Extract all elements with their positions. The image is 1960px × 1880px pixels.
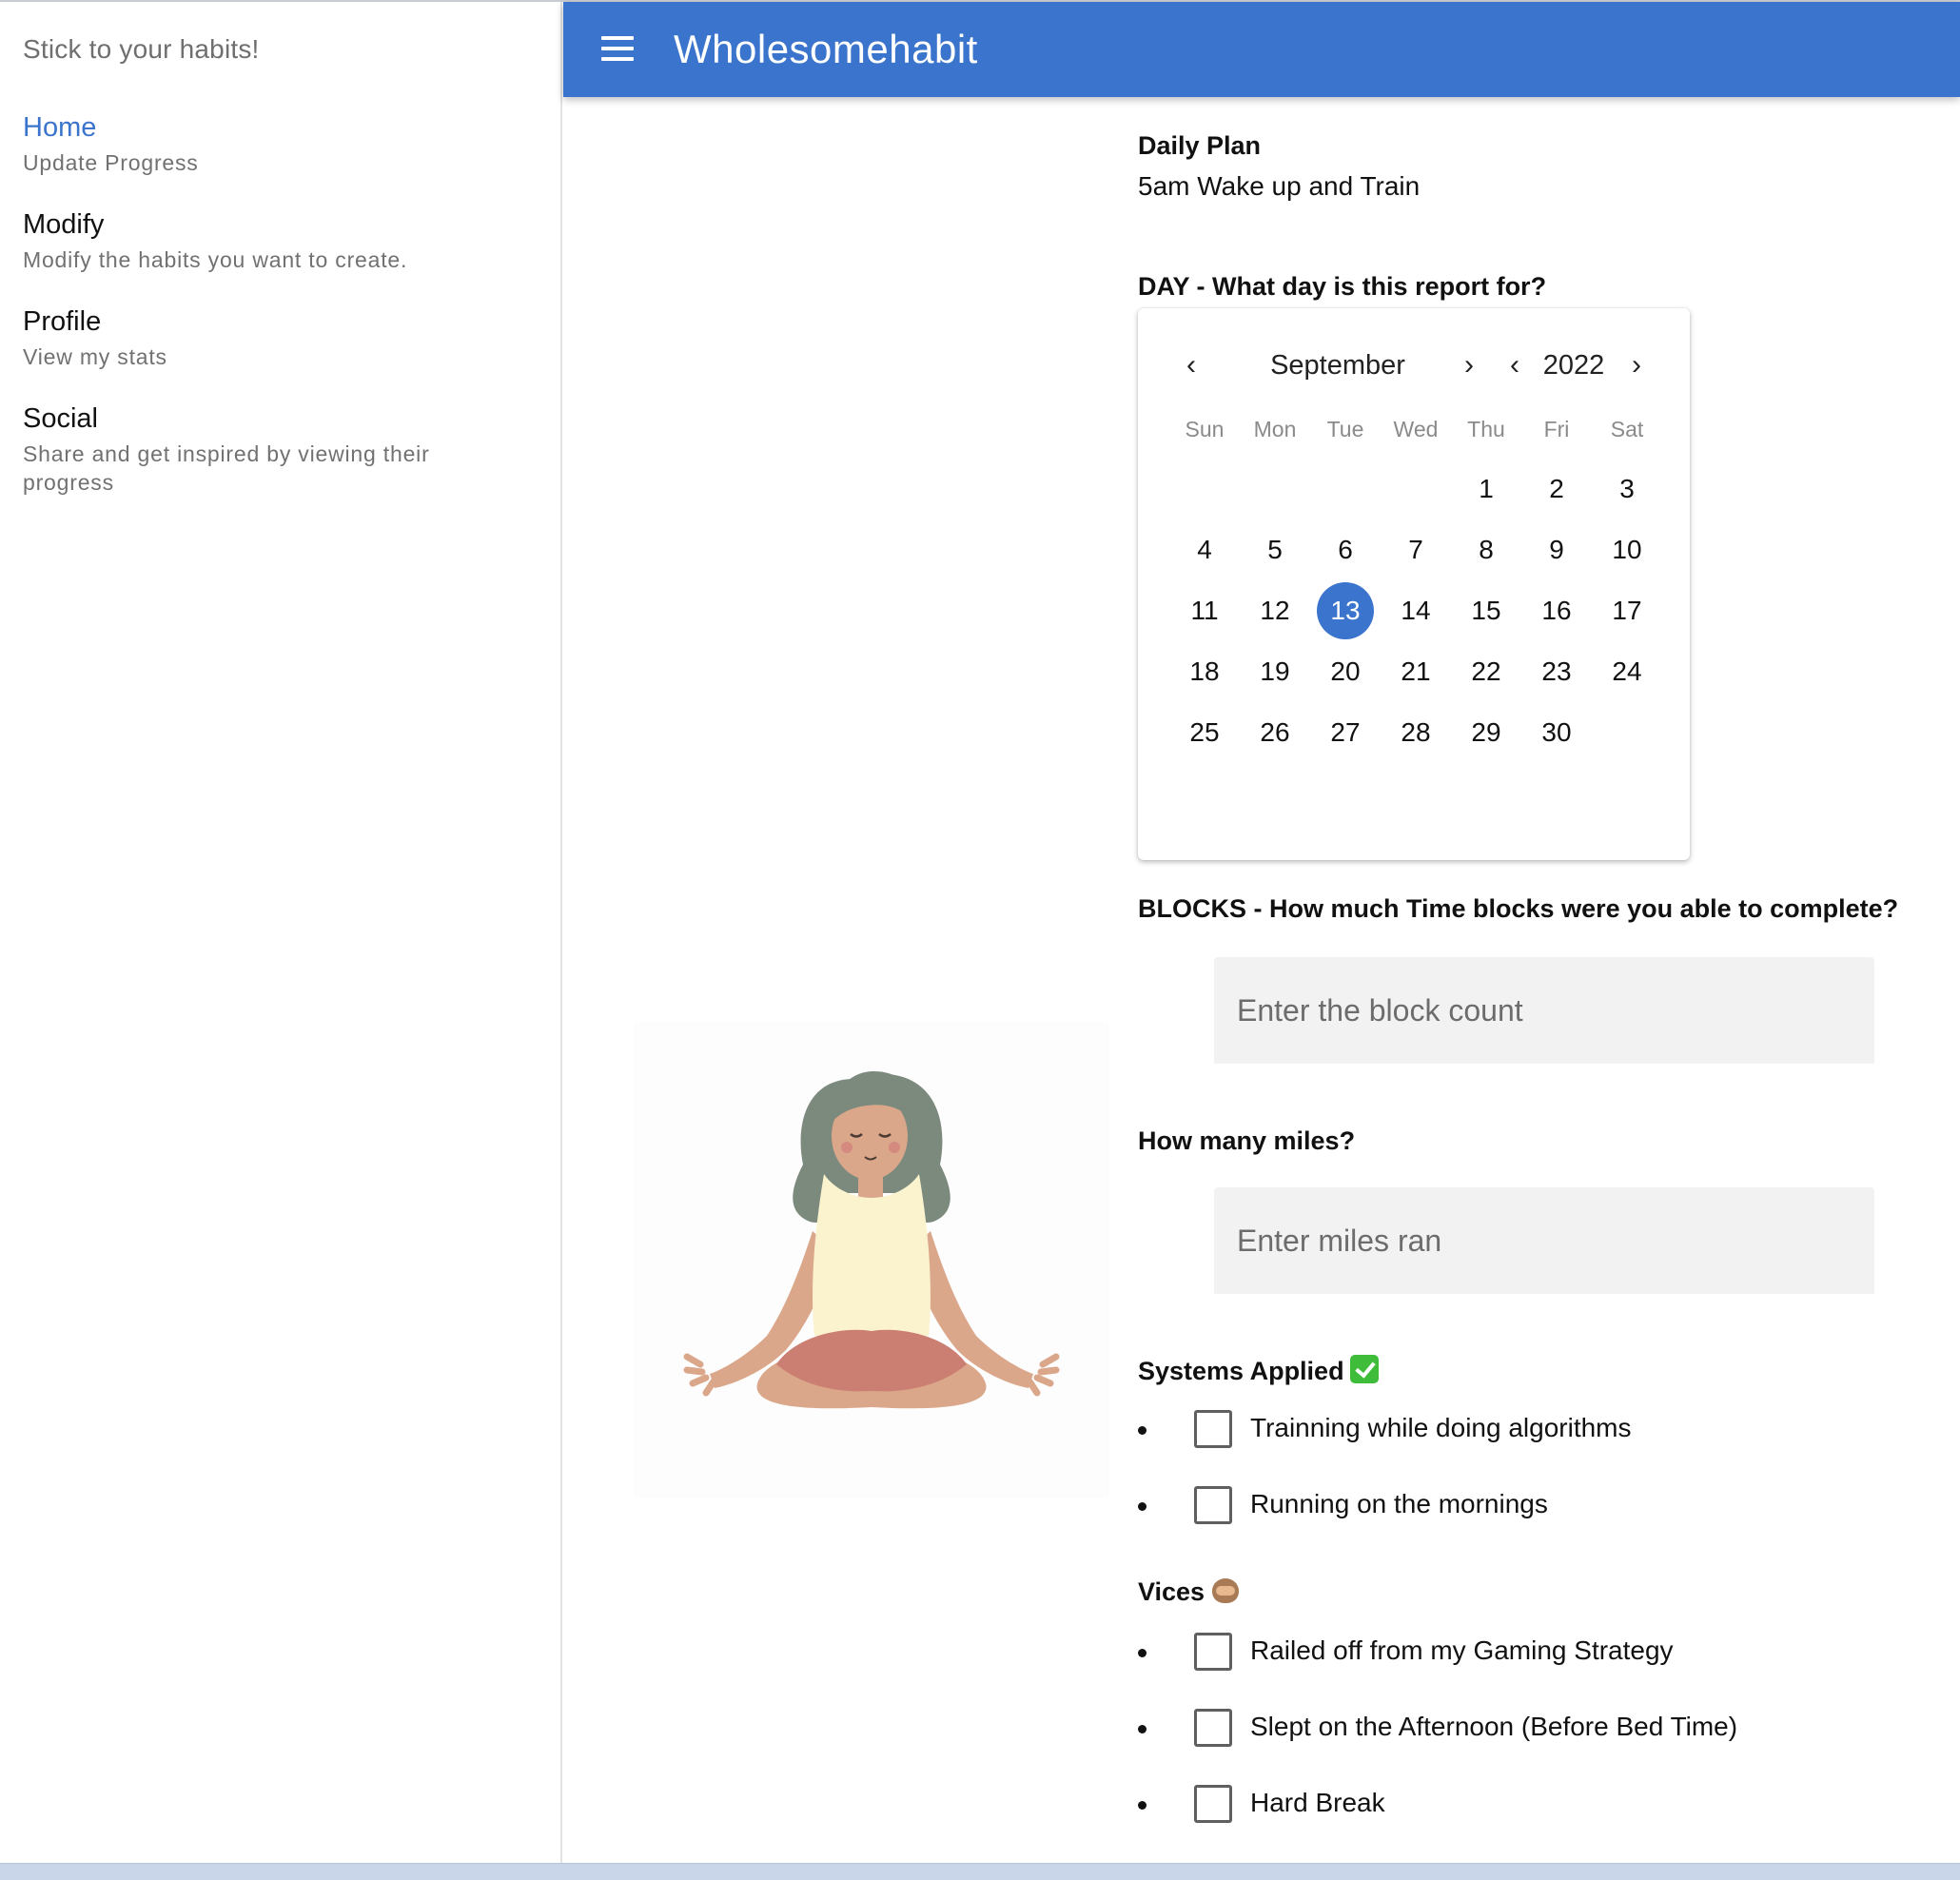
sidebar-item-home[interactable]: Home Update Progress xyxy=(23,110,537,177)
list-item: Running on the mornings xyxy=(1138,1484,1918,1532)
calendar-day[interactable]: 25 xyxy=(1176,704,1233,761)
list-item: Trainning while doing algorithms xyxy=(1138,1408,1918,1456)
navigation-drawer: Stick to your habits! Home Update Progre… xyxy=(0,2,562,1863)
weekday-label: Thu xyxy=(1467,417,1505,441)
bullet-icon xyxy=(1138,1649,1147,1657)
calendar-day[interactable]: 21 xyxy=(1387,643,1444,700)
vice-checkbox[interactable] xyxy=(1194,1633,1232,1671)
calendar-day[interactable]: 15 xyxy=(1458,582,1515,639)
app-title: Wholesomehabit xyxy=(674,27,978,71)
sidebar-item-title: Profile xyxy=(23,306,102,337)
calendar-day[interactable]: 16 xyxy=(1528,582,1585,639)
vices-label: Vices xyxy=(1138,1577,1205,1606)
daily-plan-value: 5am Wake up and Train xyxy=(1138,171,1421,201)
sidebar-item-subtitle: Update Progress xyxy=(23,150,199,175)
daily-plan-label: Daily Plan xyxy=(1138,131,1262,160)
bullet-icon xyxy=(1138,1801,1147,1810)
calendar-day[interactable]: 14 xyxy=(1387,582,1444,639)
previous-month-button[interactable]: ‹ xyxy=(1172,346,1210,384)
sidebar-item-title: Modify xyxy=(23,209,105,240)
vice-checkbox[interactable] xyxy=(1194,1785,1232,1823)
vice-label: Railed off from my Gaming Strategy xyxy=(1250,1635,1674,1665)
blocks-label: BLOCKS - How much Time blocks were you a… xyxy=(1138,894,1899,923)
vice-checkbox[interactable] xyxy=(1194,1709,1232,1747)
sidebar-item-subtitle: Modify the habits you want to create. xyxy=(23,247,408,272)
bullet-icon xyxy=(1138,1725,1147,1733)
weekday-label: Mon xyxy=(1253,417,1297,441)
calendar-day[interactable]: 6 xyxy=(1317,521,1374,578)
list-item: Railed off from my Gaming Strategy xyxy=(1138,1631,1918,1678)
vice-label: Slept on the Afternoon (Before Bed Time) xyxy=(1250,1712,1738,1741)
calendar-day[interactable]: 30 xyxy=(1528,704,1585,761)
calendar-day[interactable]: 29 xyxy=(1458,704,1515,761)
weekday-label: Wed xyxy=(1393,417,1439,441)
systems-applied-heading: Systems Applied xyxy=(1138,1355,1379,1386)
system-checkbox[interactable] xyxy=(1194,1486,1232,1524)
meditation-illustration xyxy=(634,1022,1109,1498)
calendar-month: September xyxy=(1270,350,1405,381)
calendar-day[interactable]: 17 xyxy=(1598,582,1656,639)
list-item: Hard Break xyxy=(1138,1783,1918,1831)
calendar-day[interactable]: 18 xyxy=(1176,643,1233,700)
calendar-day[interactable]: 12 xyxy=(1246,582,1303,639)
system-label: Trainning while doing algorithms xyxy=(1250,1413,1632,1442)
bullet-icon xyxy=(1138,1502,1147,1511)
sidebar-item-subtitle: View my stats xyxy=(23,344,167,369)
sidebar-item-title: Home xyxy=(23,112,97,143)
calendar-day[interactable]: 9 xyxy=(1528,521,1585,578)
date-picker: ‹ September › ‹ 2022 › Sun Mon Tue Wed Thu Fr… xyxy=(1138,308,1690,860)
calendar-day[interactable]: 2 xyxy=(1528,460,1585,518)
sidebar-item-profile[interactable]: Profile View my stats xyxy=(23,304,537,371)
calendar-day[interactable]: 19 xyxy=(1246,643,1303,700)
system-checkbox[interactable] xyxy=(1194,1410,1232,1448)
horizontal-scrollbar[interactable] xyxy=(0,1863,1960,1880)
calendar-day[interactable]: 26 xyxy=(1246,704,1303,761)
calendar-day[interactable]: 10 xyxy=(1598,521,1656,578)
calendar-year: 2022 xyxy=(1542,350,1605,381)
calendar-day[interactable]: 4 xyxy=(1176,521,1233,578)
weekday-label: Fri xyxy=(1543,417,1570,441)
sidebar-tagline: Stick to your habits! xyxy=(23,34,260,64)
next-month-button[interactable]: › xyxy=(1450,346,1488,384)
calendar-day[interactable]: 27 xyxy=(1317,704,1374,761)
miles-label: How many miles? xyxy=(1138,1126,1356,1155)
bullet-icon xyxy=(1138,1426,1147,1435)
next-year-button[interactable]: › xyxy=(1617,346,1656,384)
calendar-day[interactable]: 11 xyxy=(1176,582,1233,639)
calendar-day[interactable]: 24 xyxy=(1598,643,1656,700)
calendar-day[interactable]: 7 xyxy=(1387,521,1444,578)
see-no-evil-monkey-icon xyxy=(1212,1578,1240,1603)
miles-input[interactable] xyxy=(1214,1187,1874,1294)
sidebar-item-subtitle: Share and get inspired by viewing their … xyxy=(23,441,430,495)
calendar-day[interactable]: 28 xyxy=(1387,704,1444,761)
weekday-label: Tue xyxy=(1326,417,1364,441)
sidebar-item-social[interactable]: Social Share and get inspired by viewing… xyxy=(23,401,480,497)
meditating-woman-image xyxy=(683,1071,1060,1409)
calendar-day-selected[interactable]: 13 xyxy=(1317,582,1374,639)
list-item: Slept on the Afternoon (Before Bed Time) xyxy=(1138,1707,1918,1754)
calendar-day[interactable]: 8 xyxy=(1458,521,1515,578)
weekday-label: Sat xyxy=(1610,417,1644,441)
calendar-day[interactable]: 23 xyxy=(1528,643,1585,700)
system-label: Running on the mornings xyxy=(1250,1489,1548,1518)
previous-year-button[interactable]: ‹ xyxy=(1496,346,1534,384)
vices-heading: Vices xyxy=(1138,1577,1240,1607)
calendar-day[interactable]: 1 xyxy=(1458,460,1515,518)
hamburger-menu-icon[interactable] xyxy=(599,30,637,69)
systems-applied-label: Systems Applied xyxy=(1138,1357,1344,1385)
weekday-label: Sun xyxy=(1185,417,1225,441)
calendar-day[interactable]: 22 xyxy=(1458,643,1515,700)
sidebar-item-title: Social xyxy=(23,403,98,434)
day-section-label: DAY - What day is this report for? xyxy=(1138,272,1547,301)
block-count-input[interactable] xyxy=(1214,957,1874,1064)
calendar-day[interactable]: 20 xyxy=(1317,643,1374,700)
sidebar-item-modify[interactable]: Modify Modify the habits you want to cre… xyxy=(23,207,537,274)
calendar-day[interactable]: 3 xyxy=(1598,460,1656,518)
calendar-day[interactable]: 5 xyxy=(1246,521,1303,578)
app-bar: Wholesomehabit xyxy=(563,2,1960,97)
check-mark-button-icon xyxy=(1349,1355,1379,1383)
vice-label: Hard Break xyxy=(1250,1788,1385,1817)
